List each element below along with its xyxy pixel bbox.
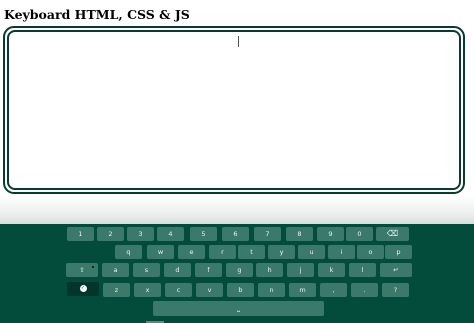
key-comma[interactable]: , — [320, 283, 347, 297]
done-key[interactable]: ✓ — [67, 282, 99, 296]
key-2[interactable]: 2 — [97, 227, 124, 241]
key-8[interactable]: 8 — [286, 227, 313, 241]
key-l[interactable]: l — [349, 263, 376, 277]
key-d[interactable]: d — [164, 263, 191, 277]
key-h[interactable]: h — [256, 263, 283, 277]
text-cursor — [238, 36, 239, 47]
key-5[interactable]: 5 — [190, 227, 217, 241]
space-bar[interactable]: ⎵ — [153, 301, 324, 316]
key-9[interactable]: 9 — [317, 227, 344, 241]
key-o[interactable]: o — [357, 245, 384, 259]
key-1[interactable]: 1 — [67, 227, 94, 241]
key-question-mark[interactable]: ? — [382, 283, 409, 297]
text-area-field[interactable] — [7, 30, 461, 190]
key-f[interactable]: f — [195, 263, 222, 277]
space-icon: ⎵ — [237, 304, 240, 312]
key-a[interactable]: a — [102, 263, 129, 277]
text-area[interactable] — [3, 26, 465, 194]
virtual-keyboard: 1 2 3 4 5 6 7 8 9 0 ⌫ q w e r t y u i o … — [0, 224, 474, 323]
key-m[interactable]: m — [289, 283, 316, 297]
key-k[interactable]: k — [318, 263, 345, 277]
key-b[interactable]: b — [227, 283, 254, 297]
key-e[interactable]: e — [178, 245, 205, 259]
key-4[interactable]: 4 — [157, 227, 184, 241]
backspace-key[interactable]: ⌫ — [376, 227, 409, 241]
key-y[interactable]: y — [268, 245, 295, 259]
check-icon: ✓ — [79, 285, 87, 292]
caps-lock-indicator — [92, 266, 94, 268]
key-3[interactable]: 3 — [127, 227, 154, 241]
key-u[interactable]: u — [298, 245, 325, 259]
key-w[interactable]: w — [147, 245, 174, 259]
key-g[interactable]: g — [226, 263, 253, 277]
enter-key[interactable]: ↵ — [380, 263, 412, 277]
backspace-icon: ⌫ — [386, 229, 399, 238]
key-t[interactable]: t — [238, 245, 265, 259]
key-v[interactable]: v — [196, 283, 223, 297]
key-s[interactable]: s — [133, 263, 160, 277]
key-6[interactable]: 6 — [222, 227, 249, 241]
page-title: Keyboard HTML, CSS & JS — [4, 7, 190, 22]
key-z[interactable]: z — [103, 283, 130, 297]
key-7[interactable]: 7 — [254, 227, 281, 241]
key-period[interactable]: . — [351, 283, 378, 297]
key-x[interactable]: x — [134, 283, 161, 297]
key-r[interactable]: r — [209, 245, 236, 259]
enter-icon: ↵ — [393, 266, 399, 274]
caps-lock-icon: ⇧ — [79, 266, 85, 274]
key-0[interactable]: 0 — [346, 227, 373, 241]
key-j[interactable]: j — [287, 263, 314, 277]
caps-lock-key[interactable]: ⇧ — [66, 263, 98, 277]
key-q[interactable]: q — [115, 245, 142, 259]
key-p[interactable]: p — [385, 245, 412, 259]
key-i[interactable]: i — [328, 245, 355, 259]
key-c[interactable]: c — [165, 283, 192, 297]
key-n[interactable]: n — [258, 283, 285, 297]
keyboard-shadow — [0, 196, 474, 224]
